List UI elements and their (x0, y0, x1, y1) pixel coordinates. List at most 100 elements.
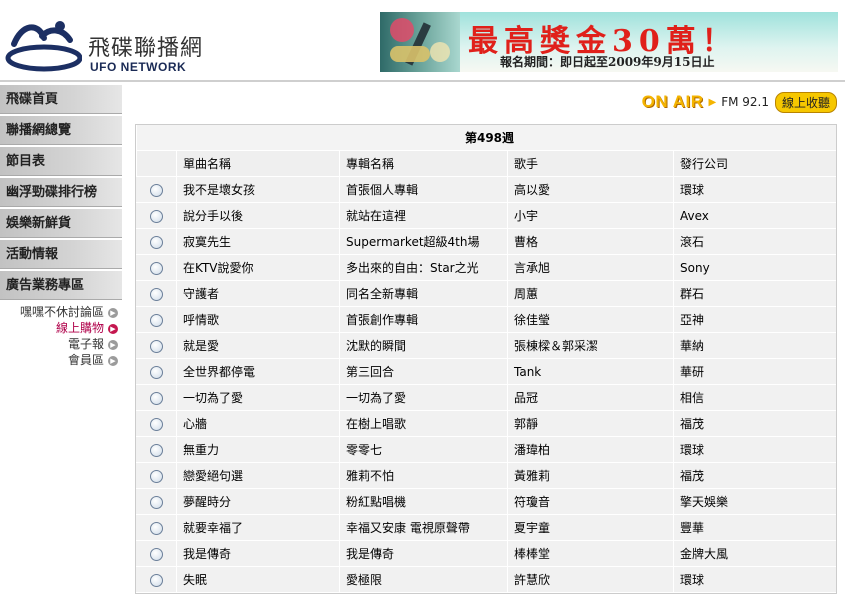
table-row[interactable]: 我不是壞女孩 首張個人專輯 高以愛 環球 (136, 177, 837, 203)
cell-label: 華納 (673, 333, 837, 359)
cell-label: 擎天娛樂 (673, 489, 837, 515)
banner-artwork (380, 12, 460, 72)
row-select-cell (136, 437, 176, 463)
header-select-column (136, 151, 176, 177)
row-radio-button[interactable] (149, 443, 163, 457)
row-radio-button[interactable] (149, 547, 163, 561)
table-row[interactable]: 失眠 愛極限 許慧欣 環球 (136, 567, 837, 593)
sidebar-item-entertainment-news[interactable]: 娛樂新鮮貨 (0, 209, 122, 238)
row-radio-button[interactable] (149, 417, 163, 431)
sub-link-label: 嘿嘿不休討論區 (19, 305, 104, 319)
row-select-cell (136, 411, 176, 437)
chart-table: 第498週 單曲名稱 專輯名稱 歌手 發行公司 我不是壞女孩 首張個人專輯 高以愛環… (135, 124, 838, 594)
cell-song: 呼情歌 (176, 307, 339, 333)
cell-album: 同名全新專輯 (339, 281, 507, 307)
table-row[interactable]: 戀愛絕句選 雅莉不怕 黃雅莉 福茂 (136, 463, 837, 489)
row-radio-button[interactable] (149, 261, 163, 275)
cell-label: Avex (673, 203, 837, 229)
row-select-cell (136, 255, 176, 281)
table-row[interactable]: 就是愛 沈默的瞬間 張棟樑＆郭采潔 華納 (136, 333, 837, 359)
cell-label: 亞神 (673, 307, 837, 333)
listen-online-button[interactable]: 線上收聽 (774, 91, 837, 113)
table-row[interactable]: 呼情歌 首張創作專輯 徐佳瑩 亞神 (136, 307, 837, 333)
cell-album: 零零七 (339, 437, 507, 463)
sidebar-item-schedule[interactable]: 節目表 (0, 147, 122, 176)
table-row[interactable]: 守護者 同名全新專輯 周蕙 群石 (136, 281, 837, 307)
sub-link-newsletter[interactable]: 電子報 ▶ (0, 336, 122, 352)
row-radio-button[interactable] (149, 495, 163, 509)
table-row[interactable]: 說分手以後 就站在這裡 小宇 Avex (136, 203, 837, 229)
cell-artist: 言承旭 (507, 255, 673, 281)
cell-artist: 郭靜 (507, 411, 673, 437)
table-row[interactable]: 夢醒時分 粉紅點唱機 符瓊音 擎天娛樂 (136, 489, 837, 515)
row-radio-button[interactable] (149, 313, 163, 327)
sub-link-members[interactable]: 會員區 ▶ (0, 352, 122, 368)
row-radio-button[interactable] (149, 209, 163, 223)
arrow-right-icon: ▶ (108, 339, 118, 350)
cell-song: 心牆 (176, 411, 339, 437)
cell-label: Sony (673, 255, 837, 281)
row-select-cell (136, 177, 176, 203)
header: 飛碟聯播網 UFO NETWORK 最高獎金30萬！ 報名期間：即日起至2009… (0, 0, 845, 82)
cell-song: 我不是壞女孩 (176, 177, 339, 203)
sidebar-sub-links: 嘿嘿不休討論區 ▶ 線上購物 ▶ 電子報 ▶ 會員區 ▶ (0, 304, 122, 368)
sidebar-item-events[interactable]: 活動情報 (0, 240, 122, 269)
row-radio-button[interactable] (149, 573, 163, 587)
row-select-cell (136, 541, 176, 567)
table-row[interactable]: 全世界都停電 第三回合 Tank 華研 (136, 359, 837, 385)
row-radio-button[interactable] (149, 391, 163, 405)
cell-song: 夢醒時分 (176, 489, 339, 515)
table-row[interactable]: 就要幸福了 幸福又安康 電視原聲帶 夏宇童 豐華 (136, 515, 837, 541)
row-radio-button[interactable] (149, 235, 163, 249)
sub-link-shopping[interactable]: 線上購物 ▶ (0, 320, 122, 336)
table-row[interactable]: 無重力 零零七 潘瑋柏 環球 (136, 437, 837, 463)
promo-banner[interactable]: 最高獎金30萬！ 報名期間：即日起至2009年9月15日止 (380, 12, 838, 72)
table-row[interactable]: 寂寞先生 Supermarket超級4th場 曹格 滾石 (136, 229, 837, 255)
row-select-cell (136, 567, 176, 593)
row-radio-button[interactable] (149, 469, 163, 483)
header-artist: 歌手 (507, 151, 673, 177)
row-radio-button[interactable] (149, 183, 163, 197)
row-select-cell (136, 463, 176, 489)
table-row[interactable]: 一切為了愛 一切為了愛 品冠 相信 (136, 385, 837, 411)
table-row[interactable]: 我是傳奇 我是傳奇 棒棒堂 金牌大風 (136, 541, 837, 567)
cell-artist: 黃雅莉 (507, 463, 673, 489)
site-name: 飛碟聯播網 (88, 36, 204, 61)
table-row[interactable]: 心牆 在樹上唱歌 郭靜 福茂 (136, 411, 837, 437)
sub-link-forum[interactable]: 嘿嘿不休討論區 ▶ (0, 304, 122, 320)
sidebar-item-home[interactable]: 飛碟首頁 (0, 85, 122, 114)
cell-artist: Tank (507, 359, 673, 385)
ufo-logo-icon[interactable] (4, 14, 82, 74)
row-radio-button[interactable] (149, 521, 163, 535)
cell-album: 一切為了愛 (339, 385, 507, 411)
on-air-frequency: FM 92.1 (721, 95, 769, 109)
header-label: 發行公司 (673, 151, 837, 177)
cell-label: 環球 (673, 177, 837, 203)
table-row[interactable]: 在KTV說愛你 多出來的自由：Star之光 言承旭 Sony (136, 255, 837, 281)
row-radio-button[interactable] (149, 339, 163, 353)
cell-artist: 許慧欣 (507, 567, 673, 593)
cell-artist: 曹格 (507, 229, 673, 255)
row-radio-button[interactable] (149, 287, 163, 301)
sidebar-item-advertising[interactable]: 廣告業務專區 (0, 271, 122, 300)
cell-artist: 張棟樑＆郭采潔 (507, 333, 673, 359)
sidebar-item-chart[interactable]: 幽浮勁碟排行榜 (0, 178, 122, 207)
row-select-cell (136, 203, 176, 229)
row-select-cell (136, 515, 176, 541)
sidebar: 飛碟首頁 聯播網總覽 節目表 幽浮勁碟排行榜 娛樂新鮮貨 活動情報 廣告業務專區… (0, 85, 122, 368)
cell-label: 金牌大風 (673, 541, 837, 567)
cell-album: 我是傳奇 (339, 541, 507, 567)
cell-artist: 品冠 (507, 385, 673, 411)
row-radio-button[interactable] (149, 365, 163, 379)
cell-album: 沈默的瞬間 (339, 333, 507, 359)
cell-song: 守護者 (176, 281, 339, 307)
cell-label: 環球 (673, 567, 837, 593)
banner-subtext: 報名期間：即日起至2009年9月15日止 (500, 55, 715, 69)
triangle-right-icon: ▶ (708, 96, 717, 108)
cell-artist: 徐佳瑩 (507, 307, 673, 333)
cell-album: 幸福又安康 電視原聲帶 (339, 515, 507, 541)
on-air-bar: ON AIR ▶ FM 92.1 線上收聽 (642, 91, 837, 113)
sidebar-item-network-overview[interactable]: 聯播網總覽 (0, 116, 122, 145)
row-select-cell (136, 385, 176, 411)
cell-album: 雅莉不怕 (339, 463, 507, 489)
